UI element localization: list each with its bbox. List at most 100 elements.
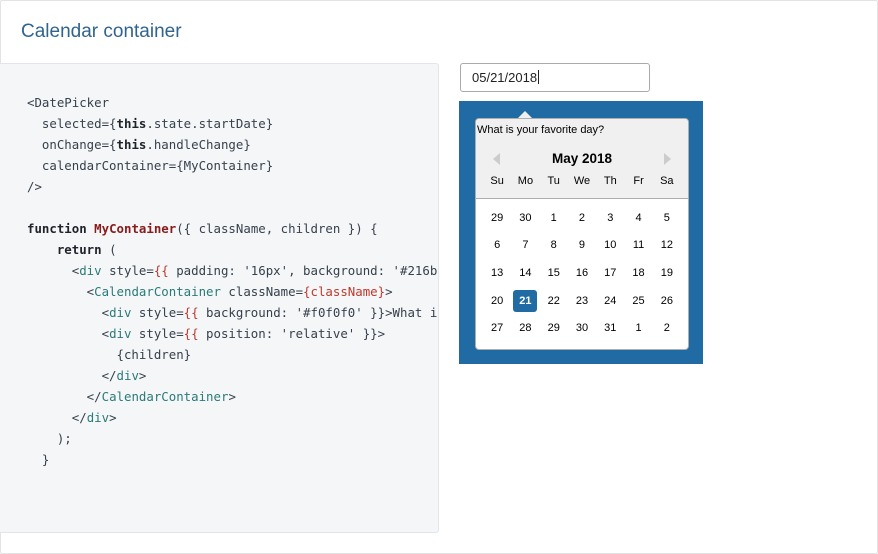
calendar-day[interactable]: 14 xyxy=(513,262,537,284)
calendar-day[interactable]: 8 xyxy=(542,234,566,256)
calendar-day[interactable]: 19 xyxy=(655,262,679,284)
code-panel[interactable]: <DatePicker selected={this.state.startDa… xyxy=(0,63,439,533)
code-token: {{ xyxy=(153,263,169,278)
current-month: May 2018 xyxy=(551,151,613,166)
code-token: div xyxy=(109,305,132,320)
code-token: style= xyxy=(101,263,154,278)
calendar-day[interactable]: 13 xyxy=(485,262,509,284)
calendar-day[interactable]: 25 xyxy=(627,290,651,312)
calendar-day[interactable]: 4 xyxy=(627,207,651,229)
week-row: 20 21 22 23 24 25 26 xyxy=(483,287,681,315)
code-token: ({ className, children }) { xyxy=(176,221,378,236)
calendar-day[interactable]: 17 xyxy=(598,262,622,284)
calendar-day[interactable]: 3 xyxy=(598,207,622,229)
code-line: </div> xyxy=(27,407,437,428)
calendar-day[interactable]: 2 xyxy=(570,207,594,229)
code-token: .state.startDate} xyxy=(146,116,274,131)
code-token: calendarContainer={MyContainer} xyxy=(27,158,274,173)
code-token: style= xyxy=(131,326,184,341)
code-token: position: 'relative' }}> xyxy=(198,326,386,341)
code-token: style= xyxy=(131,305,184,320)
calendar-day[interactable]: 23 xyxy=(570,290,594,312)
code-line: onChange={this.handleChange} xyxy=(27,134,437,155)
code-line: calendarContainer={MyContainer} xyxy=(27,155,437,176)
calendar-day[interactable]: 16 xyxy=(570,262,594,284)
calendar-day[interactable]: 10 xyxy=(598,234,622,256)
code-line: </CalendarContainer> xyxy=(27,386,437,407)
calendar-day[interactable]: 29 xyxy=(542,317,566,339)
code-token: function xyxy=(27,221,87,236)
calendar-day[interactable]: 9 xyxy=(570,234,594,256)
next-month-icon[interactable] xyxy=(664,153,671,165)
calendar-day[interactable]: 6 xyxy=(485,234,509,256)
code-token: return xyxy=(56,242,102,257)
code-token: < xyxy=(27,284,95,299)
calendar-day[interactable]: 24 xyxy=(598,290,622,312)
code-token: {{ xyxy=(183,326,199,341)
code-token: </ xyxy=(27,410,87,425)
favorite-day-text: What is your favorite day? xyxy=(476,119,688,143)
code-token: } xyxy=(27,452,50,467)
code-line: {children} xyxy=(27,344,437,365)
calendar-day[interactable]: 29 xyxy=(485,207,509,229)
week-row: 29 30 1 2 3 4 5 xyxy=(483,204,681,232)
code-token: ( xyxy=(101,242,117,257)
calendar-day[interactable]: 7 xyxy=(513,234,537,256)
weekday-label: Mo xyxy=(517,175,534,187)
calendar-day[interactable]: 20 xyxy=(485,290,509,312)
code-token: selected={ xyxy=(27,116,117,131)
code-token: > xyxy=(385,284,393,299)
selected-day[interactable]: 21 xyxy=(513,289,538,312)
calendar-day[interactable]: 5 xyxy=(655,207,679,229)
calendar-day[interactable]: 28 xyxy=(513,317,537,339)
code-line: <div style={{ padding: '16px', backgroun… xyxy=(27,260,438,281)
calendar-day[interactable]: 18 xyxy=(627,262,651,284)
code-token: background: '#f0f0f0' }}>What i xyxy=(198,305,438,320)
code-token: ); xyxy=(27,431,72,446)
code-token: this xyxy=(116,137,147,152)
code-token: < xyxy=(27,305,110,320)
calendar-day[interactable]: 30 xyxy=(570,317,594,339)
text-cursor xyxy=(538,70,540,84)
code-token: < xyxy=(27,263,80,278)
code-line: <DatePicker xyxy=(27,92,437,113)
date-input[interactable]: 05/21/2018 xyxy=(460,63,650,92)
code-token: </ xyxy=(27,389,102,404)
code-token: {{ xyxy=(183,305,199,320)
calendar-day[interactable]: 11 xyxy=(627,234,651,256)
code-line: ); xyxy=(27,428,437,449)
code-line: return ( xyxy=(27,239,437,260)
code-token: > xyxy=(138,368,147,383)
code-token: {className} xyxy=(303,284,386,299)
calendar-day[interactable]: 26 xyxy=(655,290,679,312)
calendar-day[interactable]: 31 xyxy=(598,317,622,339)
calendar-day[interactable]: 12 xyxy=(655,234,679,256)
code-token: div xyxy=(116,368,139,383)
calendar-header: May 2018 Su Mo Tu We Th Fr Sa xyxy=(476,143,688,199)
code-token: .handleChange} xyxy=(146,137,251,152)
code-block: <DatePicker selected={this.state.startDa… xyxy=(27,92,437,470)
weekday-names: Su Mo Tu We Th Fr Sa xyxy=(483,175,681,187)
code-token: > xyxy=(109,410,117,425)
weekday-label: We xyxy=(573,175,591,187)
code-token: this xyxy=(116,116,147,131)
code-line: <CalendarContainer className={className}… xyxy=(27,281,437,302)
calendar-day[interactable]: 2 xyxy=(655,317,679,339)
code-line: function MyContainer({ className, childr… xyxy=(27,218,437,239)
code-token: div xyxy=(109,326,132,341)
calendar-day[interactable]: 27 xyxy=(485,317,509,339)
calendar: What is your favorite day? May 2018 Su Mo… xyxy=(475,118,689,350)
calendar-day[interactable]: 30 xyxy=(513,207,537,229)
code-token: {children} xyxy=(27,347,192,362)
code-line: </div> xyxy=(27,365,437,386)
code-token: div xyxy=(79,263,102,278)
calendar-day[interactable]: 1 xyxy=(627,317,651,339)
code-token: /> xyxy=(27,179,42,194)
code-token: </ xyxy=(27,368,117,383)
code-line: <div style={{ background: '#f0f0f0' }}>W… xyxy=(27,302,438,323)
calendar-day[interactable]: 15 xyxy=(542,262,566,284)
calendar-day[interactable]: 1 xyxy=(542,207,566,229)
calendar-day[interactable]: 22 xyxy=(542,290,566,312)
